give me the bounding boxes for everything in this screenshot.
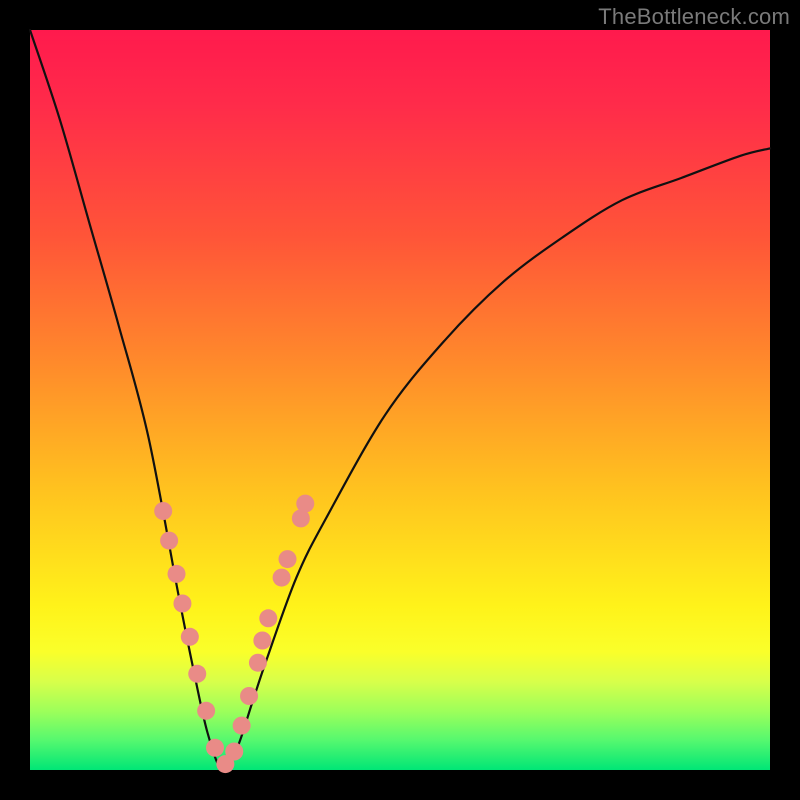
highlight-dot xyxy=(188,665,206,683)
highlight-dot xyxy=(249,654,267,672)
highlight-dot xyxy=(253,632,271,650)
highlight-dots xyxy=(154,495,314,773)
highlight-dot xyxy=(206,739,224,757)
highlight-dot xyxy=(279,550,297,568)
watermark-text: TheBottleneck.com xyxy=(598,4,790,30)
highlight-dot xyxy=(233,717,251,735)
curve-svg xyxy=(30,30,770,770)
bottleneck-curve xyxy=(30,30,770,770)
highlight-dot xyxy=(173,595,191,613)
highlight-dot xyxy=(181,628,199,646)
highlight-dot xyxy=(225,743,243,761)
highlight-dot xyxy=(154,502,172,520)
highlight-dot xyxy=(273,569,291,587)
highlight-dot xyxy=(240,687,258,705)
highlight-dot xyxy=(197,702,215,720)
highlight-dot xyxy=(168,565,186,583)
highlight-dot xyxy=(259,609,277,627)
highlight-dot xyxy=(160,532,178,550)
highlight-dot xyxy=(296,495,314,513)
chart-plot-area xyxy=(30,30,770,770)
